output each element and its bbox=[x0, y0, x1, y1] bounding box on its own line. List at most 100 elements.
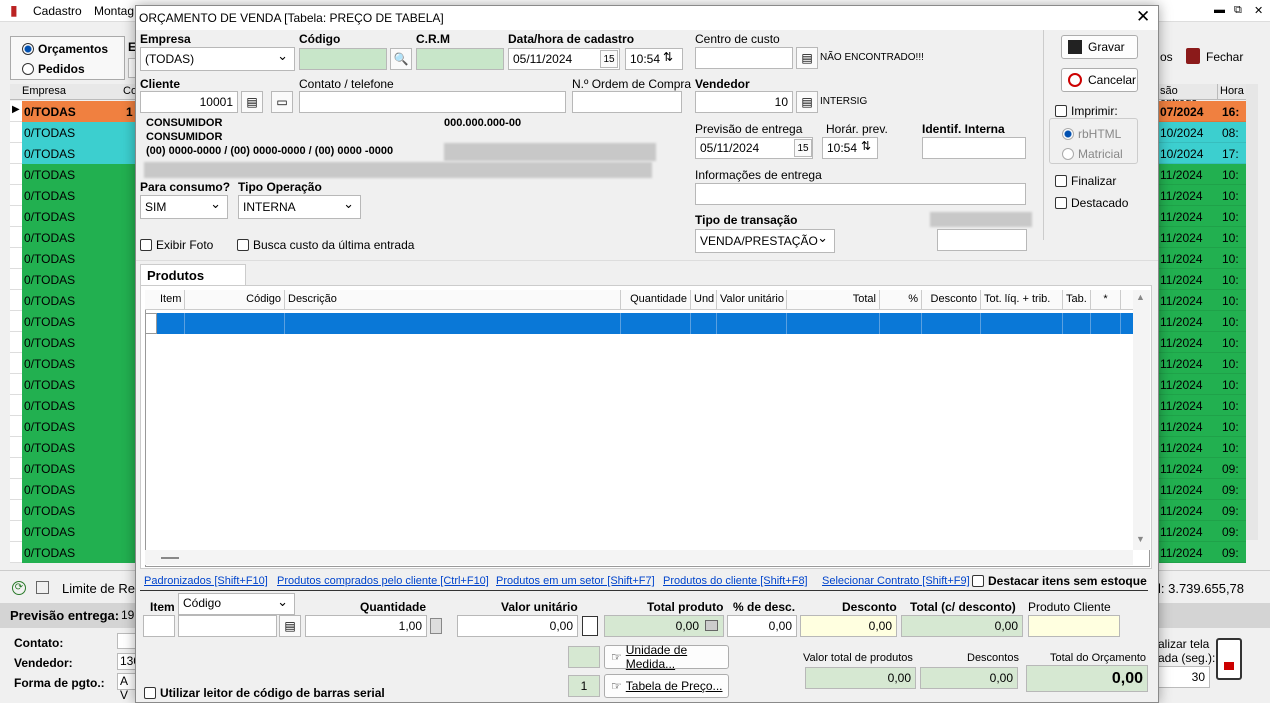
cliente-input[interactable]: 10001 bbox=[140, 91, 238, 113]
transacao-extra-input[interactable] bbox=[937, 229, 1027, 251]
bg-row-right[interactable]: 11/2024 10: bbox=[1158, 227, 1246, 248]
radio-pedidos[interactable]: Pedidos bbox=[22, 62, 85, 76]
bg-row-empresa[interactable]: 0/TODAS bbox=[22, 458, 137, 479]
calendar-previsao-icon[interactable]: 15 bbox=[794, 139, 812, 157]
bg-row-right[interactable]: 11/2024 10: bbox=[1158, 164, 1246, 185]
bg-row-empresa[interactable]: 0/TODAS bbox=[22, 248, 137, 269]
bg-row-right[interactable]: 11/2024 10: bbox=[1158, 416, 1246, 437]
bg-row-right[interactable]: 11/2024 09: bbox=[1158, 500, 1246, 521]
bg-row-empresa[interactable]: 0/TODAS bbox=[22, 332, 137, 353]
calculator-icon[interactable] bbox=[430, 618, 442, 634]
pct-desconto-input[interactable]: 0,00 bbox=[727, 615, 797, 637]
matricial-radio[interactable]: Matricial bbox=[1062, 147, 1123, 161]
bg-row-empresa[interactable]: 0/TODAS bbox=[22, 227, 137, 248]
busca-custo-checkbox[interactable]: Busca custo da última entrada bbox=[237, 238, 414, 252]
bg-row-empresa[interactable]: 0/TODAS bbox=[22, 521, 137, 542]
menu-montagem[interactable]: Montag bbox=[94, 4, 134, 18]
link-selecionar-contrato[interactable]: Selecionar Contrato [Shift+F9] bbox=[822, 575, 970, 587]
bg-row-right[interactable]: 11/2024 10: bbox=[1158, 311, 1246, 332]
quantidade-input[interactable]: 1,00 bbox=[305, 615, 427, 637]
destacado-checkbox[interactable]: Destacado bbox=[1055, 196, 1128, 210]
bg-row-empresa[interactable]: 0/TODAS bbox=[22, 311, 137, 332]
bg-row-empresa[interactable]: 0/TODAS bbox=[22, 164, 137, 185]
grid-col-header[interactable]: Total bbox=[787, 290, 880, 310]
bg-row-empresa[interactable]: 0/TODAS bbox=[22, 395, 137, 416]
grid-col-header[interactable]: Desconto bbox=[922, 290, 981, 310]
bg-row-right[interactable]: 10/2024 17: bbox=[1158, 143, 1246, 164]
hora-cadastro-input[interactable]: 10:54 bbox=[625, 48, 683, 70]
exibir-foto-checkbox[interactable]: Exibir Foto bbox=[140, 238, 213, 252]
bg-row-empresa[interactable]: 0/TODAS bbox=[22, 542, 137, 563]
lookup-produto-icon[interactable]: ▤ bbox=[279, 615, 301, 637]
bg-row-right[interactable]: 11/2024 09: bbox=[1158, 479, 1246, 500]
finalizar-checkbox[interactable]: Finalizar bbox=[1055, 174, 1116, 188]
imprimir-checkbox[interactable]: Imprimir: bbox=[1055, 104, 1118, 118]
save-disk-icon[interactable] bbox=[36, 581, 49, 594]
close-icon[interactable]: ✕ bbox=[1136, 7, 1150, 27]
lookup-vendedor-icon[interactable]: ▤ bbox=[796, 91, 818, 113]
minimize-icon[interactable]: ▬ bbox=[1214, 4, 1225, 16]
item-input[interactable] bbox=[143, 615, 175, 637]
bg-row-right[interactable]: 11/2024 10: bbox=[1158, 206, 1246, 227]
refresh-icon[interactable]: ⟳ bbox=[12, 581, 26, 595]
empresa-select[interactable]: (TODAS) bbox=[140, 47, 295, 71]
bg-row-right[interactable]: 11/2024 09: bbox=[1158, 542, 1246, 563]
bg-row-right[interactable]: 11/2024 10: bbox=[1158, 437, 1246, 458]
grid-col-header[interactable]: Valor unitário bbox=[717, 290, 787, 310]
bg-row-empresa[interactable]: 0/TODAS bbox=[22, 416, 137, 437]
card-icon[interactable]: ▭ bbox=[271, 91, 293, 113]
codigo-type-select[interactable]: Código bbox=[178, 593, 295, 615]
bg-row-right[interactable]: 11/2024 10: bbox=[1158, 374, 1246, 395]
valor-unitario-input[interactable]: 0,00 bbox=[457, 615, 578, 637]
bg-row-empresa[interactable]: 0/TODAS bbox=[22, 269, 137, 290]
identif-input[interactable] bbox=[922, 137, 1026, 159]
leitor-checkbox[interactable]: Utilizar leitor de código de barras seri… bbox=[144, 686, 385, 700]
lookup-cliente-icon[interactable]: ▤ bbox=[241, 91, 263, 113]
cancelar-button[interactable]: Cancelar bbox=[1061, 68, 1138, 92]
bg-row-empresa[interactable]: 0/TODAS bbox=[22, 290, 137, 311]
calculator-total-icon[interactable] bbox=[705, 620, 718, 631]
bg-seg-input[interactable]: 30 bbox=[1158, 666, 1210, 688]
unidade-medida-button[interactable]: ☞ Unidade de Medida... bbox=[604, 643, 729, 671]
restore-icon[interactable]: ⧉ bbox=[1234, 4, 1242, 17]
rbhtml-radio[interactable]: rbHTML bbox=[1062, 127, 1121, 141]
close-app-icon[interactable]: ✕ bbox=[1254, 4, 1263, 17]
bg-row-empresa[interactable]: 0/TODAS bbox=[22, 101, 137, 122]
bg-row-empresa[interactable]: 0/TODAS bbox=[22, 353, 137, 374]
crm-input[interactable] bbox=[416, 48, 504, 70]
vendedor-input[interactable]: 10 bbox=[695, 91, 793, 113]
destacar-checkbox[interactable]: Destacar itens sem estoque bbox=[972, 574, 1147, 588]
tipo-operacao-select[interactable]: INTERNA bbox=[238, 195, 361, 219]
link-produtos-setor[interactable]: Produtos em um setor [Shift+F7] bbox=[496, 575, 655, 587]
bg-row-right[interactable]: 11/2024 10: bbox=[1158, 353, 1246, 374]
codigo-input[interactable] bbox=[299, 48, 387, 70]
bg-row-right[interactable]: 11/2024 10: bbox=[1158, 248, 1246, 269]
bg-row-right[interactable]: 07/2024 16: bbox=[1158, 101, 1246, 122]
bg-row-right[interactable]: 10/2024 08: bbox=[1158, 122, 1246, 143]
bg-row-right[interactable]: 11/2024 10: bbox=[1158, 290, 1246, 311]
ordem-compra-input[interactable] bbox=[572, 91, 682, 113]
bg-row-right[interactable]: 11/2024 10: bbox=[1158, 332, 1246, 353]
lookup-centro-icon[interactable]: ▤ bbox=[796, 47, 818, 69]
link-produtos-comprados[interactable]: Produtos comprados pelo cliente [Ctrl+F1… bbox=[277, 575, 489, 587]
produto-cliente-input[interactable] bbox=[1028, 615, 1120, 637]
bg-row-empresa[interactable]: 0/TODAS bbox=[22, 185, 137, 206]
grid-hscrollbar[interactable] bbox=[145, 550, 1133, 565]
menu-cadastro[interactable]: Cadastro bbox=[33, 4, 82, 18]
grid-col-header[interactable]: Tot. líq. + trib. bbox=[981, 290, 1063, 310]
bg-row-right[interactable]: 11/2024 10: bbox=[1158, 395, 1246, 416]
bg-row-empresa[interactable]: 0/TODAS bbox=[22, 143, 137, 164]
bg-row-right[interactable]: 11/2024 09: bbox=[1158, 458, 1246, 479]
desconto-input[interactable]: 0,00 bbox=[800, 615, 897, 637]
bg-row-right[interactable]: 11/2024 10: bbox=[1158, 269, 1246, 290]
grid-row-selected[interactable] bbox=[157, 313, 1133, 334]
tabela-preco-button[interactable]: ☞ Tabela de Preço... bbox=[604, 674, 729, 698]
tipo-transacao-select[interactable]: VENDA/PRESTAÇÃO bbox=[695, 229, 835, 253]
bg-row-empresa[interactable]: 0/TODAS bbox=[22, 374, 137, 395]
consumo-select[interactable]: SIM bbox=[140, 195, 228, 219]
radio-orcamentos[interactable]: Orçamentos bbox=[22, 42, 108, 56]
bg-fechar-button[interactable]: Fechar bbox=[1206, 50, 1243, 64]
grid-col-header[interactable]: Item bbox=[157, 290, 185, 310]
spin-previsao-icon[interactable]: ⇅ bbox=[861, 139, 871, 153]
bg-row-empresa[interactable]: 0/TODAS bbox=[22, 206, 137, 227]
